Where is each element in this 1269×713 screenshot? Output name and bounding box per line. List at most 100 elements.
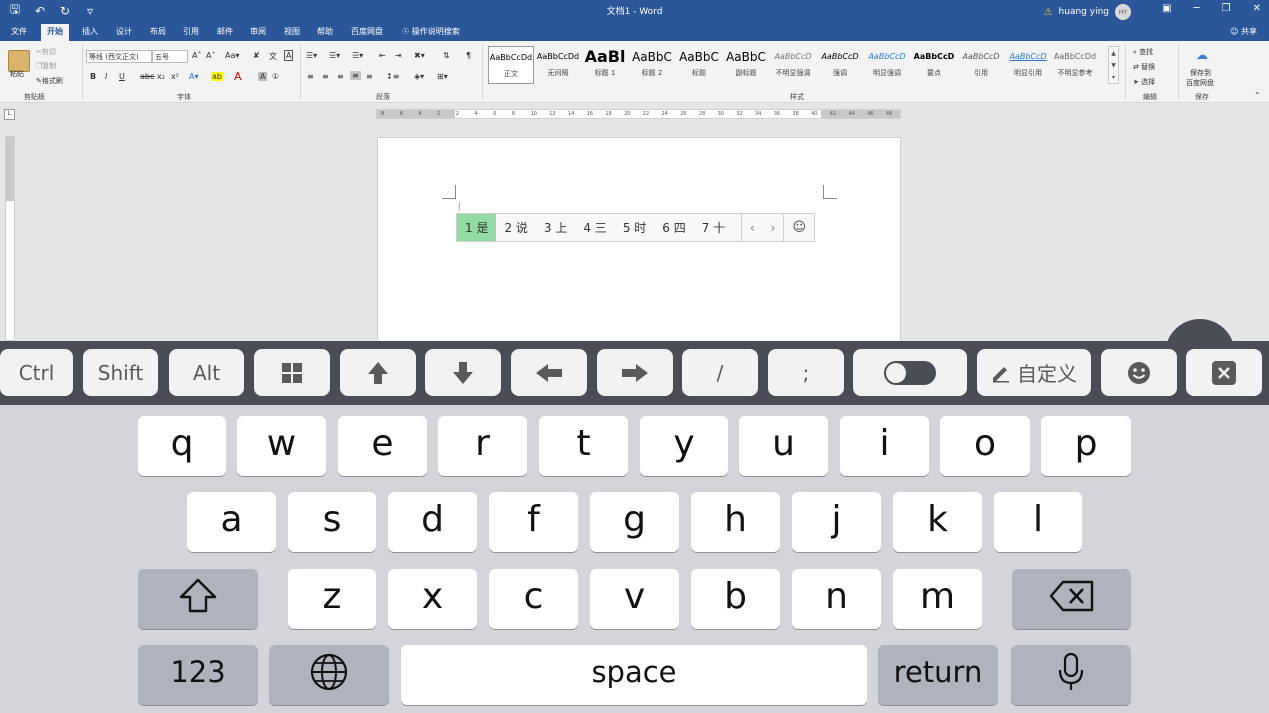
- tab-review[interactable]: 审阅: [250, 26, 266, 37]
- style-strong[interactable]: AaBbCcD 要点: [911, 46, 957, 84]
- tab-stop-selector[interactable]: L: [4, 109, 15, 120]
- tab-layout[interactable]: 布局: [150, 26, 166, 37]
- key-u[interactable]: u: [739, 416, 828, 476]
- chevron-left-icon[interactable]: ‹: [740, 214, 763, 241]
- save-to-netdisk-line1[interactable]: 保存到: [1190, 68, 1211, 78]
- ime-candidate[interactable]: 5 时: [615, 214, 654, 241]
- highlight-icon[interactable]: ab: [211, 72, 223, 81]
- chevron-right-icon[interactable]: ›: [763, 221, 784, 235]
- more-icon[interactable]: ▾: [1112, 74, 1115, 81]
- tab-baidu-netdisk[interactable]: 百度网盘: [351, 26, 383, 37]
- style-emphasis[interactable]: AaBbCcD 强调: [817, 46, 863, 84]
- key-q[interactable]: q: [138, 416, 226, 476]
- key-y[interactable]: y: [640, 416, 728, 476]
- key-k[interactable]: k: [893, 492, 982, 552]
- custom-key[interactable]: 自定义: [977, 349, 1091, 396]
- style-intense-emphasis[interactable]: AaBbCcD 明显强调: [864, 46, 910, 84]
- style-intense-quote[interactable]: AaBbCcD 明显引用: [1005, 46, 1051, 84]
- tab-home[interactable]: 开始: [41, 24, 69, 41]
- emoji-icon[interactable]: ☺: [783, 214, 814, 241]
- select-button[interactable]: ➤ 选择: [1133, 77, 1155, 87]
- tab-help[interactable]: 帮助: [317, 26, 333, 37]
- char-border-icon[interactable]: A: [284, 50, 294, 61]
- ime-candidate[interactable]: 3 上: [536, 214, 575, 241]
- key-r[interactable]: r: [438, 416, 527, 476]
- format-painter-button[interactable]: ✎格式刷: [36, 76, 63, 86]
- arrow-right-key[interactable]: [597, 349, 673, 396]
- shift-key-keyboard[interactable]: [138, 569, 258, 629]
- emoji-key[interactable]: [1101, 349, 1177, 396]
- asian-layout-icon[interactable]: ✖▾: [414, 51, 425, 60]
- key-b[interactable]: b: [691, 569, 780, 629]
- underline-icon[interactable]: U: [119, 72, 125, 81]
- toggle-key[interactable]: [853, 349, 967, 396]
- style-normal[interactable]: AaBbCcDd 正文: [488, 46, 534, 84]
- baidu-cloud-icon[interactable]: ☁: [1192, 48, 1212, 64]
- ctrl-key[interactable]: Ctrl: [0, 349, 73, 396]
- style-subtle-reference[interactable]: AaBbCcDd 不明显参考: [1052, 46, 1098, 84]
- show-marks-icon[interactable]: ¶: [466, 51, 471, 60]
- decrease-indent-icon[interactable]: ⇤: [379, 51, 386, 60]
- tab-design[interactable]: 设计: [116, 26, 132, 37]
- microphone-key[interactable]: [1011, 645, 1131, 705]
- distributed-icon[interactable]: ≡: [366, 72, 373, 81]
- document-page[interactable]: [377, 137, 901, 347]
- shading-icon[interactable]: ◈▾: [414, 72, 424, 81]
- style-no-spacing[interactable]: AaBbCcDd 无间隔: [535, 46, 581, 84]
- superscript-icon[interactable]: x²: [171, 72, 179, 81]
- clear-format-icon[interactable]: ✘: [253, 51, 260, 60]
- space-key[interactable]: space: [401, 645, 867, 705]
- bold-icon[interactable]: B: [90, 72, 96, 81]
- tab-view[interactable]: 视图: [284, 26, 300, 37]
- chevron-down-icon[interactable]: ▼: [1111, 62, 1116, 69]
- style-heading-2[interactable]: AaBbC 标题 2: [629, 46, 675, 84]
- style-subtle-emphasis[interactable]: AaBbCcD 不明显强调: [770, 46, 816, 84]
- key-t[interactable]: t: [539, 416, 628, 476]
- replace-button[interactable]: ⇄ 替换: [1133, 62, 1155, 72]
- key-n[interactable]: n: [792, 569, 881, 629]
- style-subtitle[interactable]: AaBbC 副标题: [723, 46, 769, 84]
- numbers-key[interactable]: 123: [138, 645, 258, 705]
- align-right-icon[interactable]: ≡: [337, 72, 344, 81]
- ime-candidate[interactable]: 7 十: [694, 214, 733, 241]
- copy-button[interactable]: ❐复制: [36, 61, 56, 71]
- windows-key[interactable]: [254, 349, 330, 396]
- key-p[interactable]: p: [1041, 416, 1131, 476]
- style-title[interactable]: AaBbC 标题: [676, 46, 722, 84]
- close-keyboard-key[interactable]: [1186, 349, 1262, 396]
- cut-button[interactable]: ✂剪切: [36, 47, 56, 57]
- key-l[interactable]: l: [994, 492, 1082, 552]
- key-s[interactable]: s: [288, 492, 376, 552]
- key-x[interactable]: x: [388, 569, 477, 629]
- semicolon-key[interactable]: ;: [768, 349, 844, 396]
- key-g[interactable]: g: [590, 492, 679, 552]
- key-d[interactable]: d: [388, 492, 477, 552]
- minimize-icon[interactable]: ─: [1194, 3, 1200, 14]
- grow-font-icon[interactable]: A˄: [192, 51, 201, 60]
- tab-mailings[interactable]: 邮件: [217, 26, 233, 37]
- ime-candidate[interactable]: 4 三: [575, 214, 614, 241]
- tell-me-search[interactable]: ☉ 操作说明搜索: [402, 26, 460, 37]
- sort-icon[interactable]: ⇅: [443, 51, 450, 60]
- key-j[interactable]: j: [792, 492, 881, 552]
- arrow-down-key[interactable]: [425, 349, 501, 396]
- vertical-ruler[interactable]: [5, 136, 15, 341]
- key-z[interactable]: z: [288, 569, 376, 629]
- align-center-icon[interactable]: ≡: [322, 72, 329, 81]
- key-m[interactable]: m: [893, 569, 982, 629]
- key-w[interactable]: w: [237, 416, 326, 476]
- save-to-netdisk-line2[interactable]: 百度网盘: [1186, 78, 1214, 88]
- increase-indent-icon[interactable]: ⇥: [395, 51, 402, 60]
- line-spacing-icon[interactable]: ↕≡: [386, 72, 399, 81]
- horizontal-ruler[interactable]: 8 6 4 2 2 4 6 8 10 12 14 16 18 20 22 24 26 28 30 32 34 36 38 40…: [376, 109, 901, 119]
- key-h[interactable]: h: [691, 492, 780, 552]
- tab-insert[interactable]: 插入: [82, 26, 98, 37]
- key-e[interactable]: e: [338, 416, 427, 476]
- justify-icon[interactable]: ≡: [350, 71, 361, 80]
- shrink-font-icon[interactable]: A˅: [206, 51, 215, 60]
- alt-key[interactable]: Alt: [169, 349, 244, 396]
- text-effects-icon[interactable]: A▾: [189, 72, 199, 81]
- collapse-ribbon-icon[interactable]: ⌃: [1254, 91, 1261, 100]
- tab-file[interactable]: 文件: [11, 26, 27, 37]
- key-o[interactable]: o: [940, 416, 1030, 476]
